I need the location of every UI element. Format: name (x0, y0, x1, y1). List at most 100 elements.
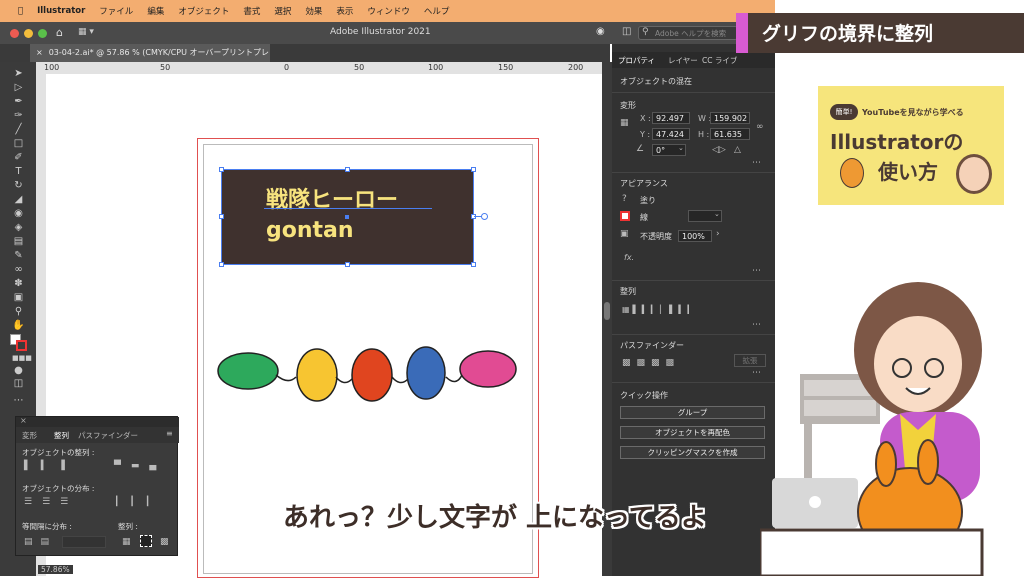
more-options-icon[interactable]: ⋯ (752, 266, 761, 276)
rectangle-tool-icon[interactable]: □ (12, 138, 25, 150)
selection-handle[interactable] (219, 214, 224, 219)
menu-select[interactable]: 選択 (274, 5, 291, 17)
rotate-tool-icon[interactable]: ↻ (12, 180, 25, 192)
panel-menu-icon[interactable]: ≡ (166, 429, 173, 438)
apple-icon[interactable]:  (18, 6, 23, 16)
zoom-level[interactable]: 57.86% (38, 565, 73, 574)
distribute-buttons-icon[interactable]: ☰☰☰ (24, 497, 78, 507)
fill-swatch-icon[interactable]: ? (622, 194, 627, 204)
selection-handle[interactable] (345, 262, 350, 267)
more-tools-icon[interactable]: ⋯ (12, 395, 25, 407)
clipping-mask-button[interactable]: クリッピングマスクを作成 (620, 446, 765, 459)
fx-icon[interactable]: fx. (624, 253, 634, 262)
line-tool-icon[interactable]: ╱ (12, 124, 25, 136)
align-vertical-buttons-icon[interactable]: ▀▬▄ (114, 461, 166, 471)
chevron-down-icon[interactable]: ⌄ (714, 210, 720, 218)
opacity-field[interactable]: 100% (678, 230, 712, 242)
document-tab[interactable]: × 03-04-2.ai* @ 57.86 % (CMYK/CPU オーバープリン… (30, 44, 270, 75)
type-tool-icon[interactable]: T (12, 166, 25, 178)
panel-toggle-icon[interactable]: ◫ (622, 26, 631, 37)
scroll-thumb[interactable] (604, 302, 610, 320)
tab-layers[interactable]: レイヤー (668, 55, 698, 66)
align-buttons-icon[interactable]: ▦▌▍▎▏▌▍▎ (622, 305, 697, 314)
align-object-buttons-icon[interactable]: ▌▍▐ (24, 461, 75, 471)
panel-titlebar[interactable]: × (16, 416, 179, 427)
selection-handle[interactable] (471, 167, 476, 172)
h-field[interactable]: 61.635 (710, 128, 750, 140)
align-to-artboard-icon[interactable]: ▩ (160, 537, 169, 547)
menu-file[interactable]: ファイル (99, 5, 133, 17)
home-icon[interactable]: ⌂ (56, 26, 63, 39)
menu-effect[interactable]: 効果 (305, 5, 322, 17)
tab-align[interactable]: 整列 (54, 430, 69, 441)
constrain-proportions-icon[interactable]: ∞ (756, 122, 764, 132)
selection-handle[interactable] (219, 262, 224, 267)
artwork-line1[interactable]: 戦隊ヒーロー (266, 182, 398, 214)
shape-builder-tool-icon[interactable]: ◉ (12, 208, 25, 220)
rotate-handle-knob[interactable] (481, 213, 488, 220)
align-to-selection-icon[interactable]: ▦ (122, 537, 131, 547)
selection-tool-icon[interactable]: ➤ (12, 68, 25, 80)
selection-handle[interactable] (219, 167, 224, 172)
tab-properties[interactable]: プロパティ (618, 55, 655, 66)
tab-pathfinder[interactable]: パスファインダー (78, 430, 138, 441)
pen-tool-icon[interactable]: ✒ (12, 96, 25, 108)
hand-tool-icon[interactable]: ✋ (12, 320, 25, 332)
menu-illustrator[interactable]: Illustrator (37, 6, 85, 16)
x-field[interactable]: 92.497 (652, 112, 690, 124)
y-field[interactable]: 47.424 (652, 128, 690, 140)
selection-handle[interactable] (471, 262, 476, 267)
symbol-sprayer-tool-icon[interactable]: ✽ (12, 278, 25, 290)
draw-mode-icon[interactable]: ● (12, 365, 25, 377)
eyedropper-tool-icon[interactable]: ✎ (12, 250, 25, 262)
warp-tool-icon[interactable]: ◈ (12, 222, 25, 234)
workspace-switcher-icon[interactable]: ▦ ▾ (78, 27, 94, 37)
eraser-tool-icon[interactable]: ◢ (12, 194, 25, 206)
color-modes-icon[interactable]: ■■■ (12, 352, 32, 364)
blend-tool-icon[interactable]: ∞ (12, 264, 25, 276)
stroke-swatch-icon[interactable] (16, 340, 27, 351)
close-icon[interactable]: × (20, 416, 27, 425)
menu-window[interactable]: ウィンドウ (367, 5, 410, 17)
artwork-line2[interactable]: gontan (266, 218, 354, 243)
menu-type[interactable]: 書式 (243, 5, 260, 17)
spacing-buttons-icon[interactable]: ▤▤ (24, 537, 57, 547)
reference-point-icon[interactable]: ▦ (620, 118, 629, 128)
help-search-input[interactable]: ⚲ Adobe ヘルプを検索 (638, 26, 738, 40)
gradient-tool-icon[interactable]: ▤ (12, 236, 25, 248)
tab-cc-libraries[interactable]: CC ライブ (702, 55, 737, 66)
title-accent-bar (736, 13, 748, 53)
flip-vertical-icon[interactable]: △ (734, 145, 741, 155)
recolor-button[interactable]: オブジェクトを再配色 (620, 426, 765, 439)
cloud-docs-icon[interactable]: ◉ (596, 26, 605, 37)
zoom-window-button[interactable] (38, 29, 47, 38)
flip-horizontal-icon[interactable]: ◁▷ (712, 145, 726, 155)
w-field[interactable]: 159.902 (710, 112, 750, 124)
creature-illustration[interactable] (210, 335, 530, 415)
minimize-window-button[interactable] (24, 29, 33, 38)
curvature-tool-icon[interactable]: ✑ (12, 110, 25, 122)
menu-object[interactable]: オブジェクト (178, 5, 229, 17)
zoom-tool-icon[interactable]: ⚲ (12, 306, 25, 318)
paintbrush-tool-icon[interactable]: ✐ (12, 152, 25, 164)
distribute-horizontal-buttons-icon[interactable]: ┃┃┃ (114, 497, 160, 507)
artboard-tool-icon[interactable]: ▣ (12, 292, 25, 304)
selection-handle[interactable] (345, 167, 350, 172)
menu-view[interactable]: 表示 (336, 5, 353, 17)
more-options-icon[interactable]: ⋯ (752, 158, 761, 168)
group-button[interactable]: グループ (620, 406, 765, 419)
pathfinder-buttons-icon[interactable]: ▩▩▩▩ (622, 358, 680, 368)
menu-help[interactable]: ヘルプ (424, 5, 450, 17)
spacing-value-field[interactable] (62, 536, 106, 548)
close-tab-icon[interactable]: × (36, 48, 43, 57)
align-to-label: 整列 : (118, 522, 138, 531)
close-window-button[interactable] (10, 29, 19, 38)
chevron-right-icon[interactable]: › (716, 229, 720, 239)
menu-edit[interactable]: 編集 (147, 5, 164, 17)
direct-selection-tool-icon[interactable]: ▷ (12, 82, 25, 94)
screen-mode-icon[interactable]: ◫ (12, 378, 25, 390)
tab-transform[interactable]: 変形 (22, 430, 37, 441)
stroke-swatch-icon[interactable] (620, 211, 630, 221)
align-to-key-object-icon[interactable] (140, 535, 152, 547)
chevron-down-icon[interactable]: ⌄ (678, 144, 684, 152)
